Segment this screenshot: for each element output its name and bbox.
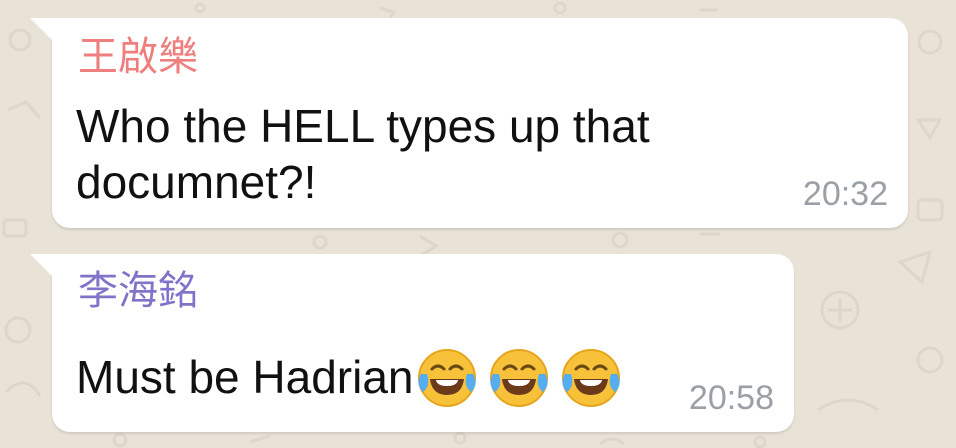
sender-name[interactable]: 王啟樂 [78,35,198,79]
message-bubble-1[interactable]: 王啟樂 Who the HELL types up that documnet?… [30,18,908,228]
message-text: Must be Hadrian [76,351,414,403]
bubble-tail [30,254,56,280]
emoji-group [414,349,624,407]
message-timestamp: 20:58 [688,379,774,417]
chat-screen: { "chat": { "messages": [ { "sender": "王… [0,0,956,448]
message-timestamp: 20:32 [802,175,888,213]
face-with-tears-of-joy-icon [417,349,476,407]
message-text: Who the HELL types up that documnet?! [76,100,650,208]
message-bubble-2[interactable]: 李海銘 Must be Hadrian 20:58 [30,254,794,432]
message-text-with-emoji: Must be Hadrian [76,345,624,411]
sender-name[interactable]: 李海銘 [78,269,198,313]
face-with-tears-of-joy-icon [561,349,620,407]
bubble-tail [30,18,56,44]
face-with-tears-of-joy-icon [489,349,548,407]
